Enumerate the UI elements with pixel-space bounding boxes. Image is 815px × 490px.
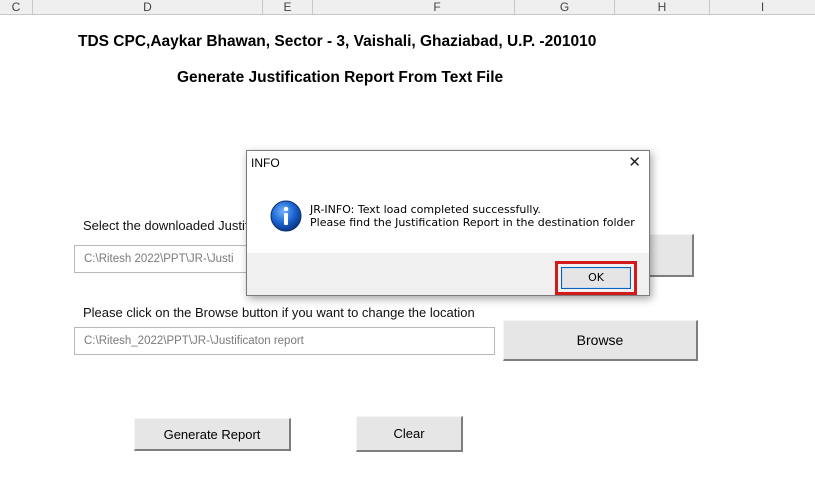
column-header-bar: C D E F G H I <box>0 0 815 15</box>
select-file-label: Select the downloaded Justif <box>83 218 249 233</box>
column-header-f[interactable]: F <box>360 0 515 14</box>
dialog-message-line2: Please find the Justification Report in … <box>310 216 635 229</box>
info-dialog: INFO ✕ JR-INFO: Text load completed succ… <box>246 150 650 296</box>
destination-path-field[interactable]: C:\Ritesh_2022\PPT\JR-\Justificaton repo… <box>74 327 495 355</box>
column-header-d[interactable]: D <box>33 0 263 14</box>
column-header-g[interactable]: G <box>515 0 615 14</box>
generate-report-button[interactable]: Generate Report <box>134 418 291 451</box>
close-icon[interactable]: ✕ <box>628 153 641 171</box>
info-icon <box>270 200 302 232</box>
dialog-title: INFO <box>251 156 280 170</box>
ok-button-highlight: OK <box>555 261 637 295</box>
dialog-footer: OK <box>247 253 649 295</box>
browse-button[interactable]: Browse <box>503 320 698 361</box>
clear-button[interactable]: Clear <box>356 416 463 452</box>
ok-button[interactable]: OK <box>561 267 631 289</box>
page-title: Generate Justification Report From Text … <box>177 69 504 86</box>
dialog-message: JR-INFO: Text load completed successfull… <box>310 203 635 229</box>
dialog-message-line1: JR-INFO: Text load completed successfull… <box>310 203 541 216</box>
column-header-e[interactable]: E <box>263 0 313 14</box>
column-header-h[interactable]: H <box>615 0 710 14</box>
column-header-i[interactable]: I <box>710 0 815 14</box>
browse-hint-label: Please click on the Browse button if you… <box>83 305 475 320</box>
column-header-c[interactable]: C <box>0 0 33 14</box>
office-address-heading: TDS CPC,Aaykar Bhawan, Sector - 3, Vaish… <box>78 33 597 50</box>
dialog-body: JR-INFO: Text load completed successfull… <box>247 179 649 253</box>
source-path-field[interactable]: C:\Ritesh 2022\PPT\JR-\Justi <box>74 245 254 273</box>
